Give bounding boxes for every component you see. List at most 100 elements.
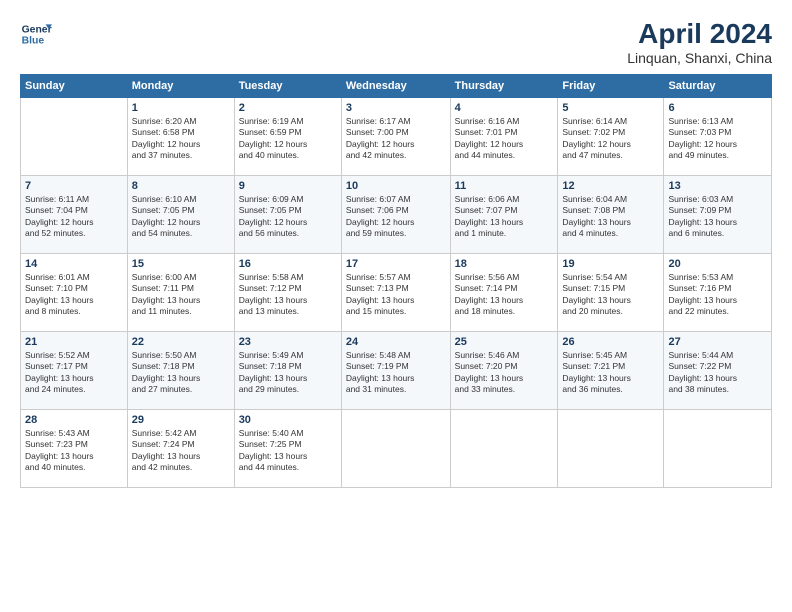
calendar-cell: 26 Sunrise: 5:45 AM Sunset: 7:21 PM Dayli… <box>558 332 664 410</box>
day-number: 5 <box>562 102 659 114</box>
day-info: Sunrise: 5:45 AM Sunset: 7:21 PM Dayligh… <box>562 350 659 396</box>
day-info: Sunrise: 6:06 AM Sunset: 7:07 PM Dayligh… <box>455 194 554 240</box>
calendar-cell: 14 Sunrise: 6:01 AM Sunset: 7:10 PM Dayli… <box>21 254 128 332</box>
calendar-cell: 18 Sunrise: 5:56 AM Sunset: 7:14 PM Dayli… <box>450 254 558 332</box>
page-header: General Blue April 2024 Linquan, Shanxi,… <box>20 18 772 66</box>
day-number: 3 <box>346 102 446 114</box>
calendar-cell: 16Sunrise: 5:58 AM Sunset: 7:12 PM Dayli… <box>234 254 341 332</box>
calendar-cell: 8 Sunrise: 6:10 AM Sunset: 7:05 PM Daylig… <box>127 176 234 254</box>
day-number: 18 <box>455 258 554 270</box>
calendar-cell: 25Sunrise: 5:46 AM Sunset: 7:20 PM Dayli… <box>450 332 558 410</box>
day-number: 28 <box>25 414 123 426</box>
calendar-cell <box>558 410 664 488</box>
day-number: 9 <box>239 180 337 192</box>
day-info: Sunrise: 5:40 AM Sunset: 7:25 PM Dayligh… <box>239 428 337 474</box>
day-info: Sunrise: 5:46 AM Sunset: 7:20 PM Dayligh… <box>455 350 554 396</box>
day-info: Sunrise: 6:07 AM Sunset: 7:06 PM Dayligh… <box>346 194 446 240</box>
calendar-table: SundayMondayTuesdayWednesdayThursdayFrid… <box>20 74 772 488</box>
weekday-header: Sunday <box>21 75 128 98</box>
day-info: Sunrise: 5:42 AM Sunset: 7:24 PM Dayligh… <box>132 428 230 474</box>
day-info: Sunrise: 5:50 AM Sunset: 7:18 PM Dayligh… <box>132 350 230 396</box>
calendar-cell: 27 Sunrise: 5:44 AM Sunset: 7:22 PM Dayli… <box>664 332 772 410</box>
calendar-cell: 21Sunrise: 5:52 AM Sunset: 7:17 PM Dayli… <box>21 332 128 410</box>
calendar-cell: 13 Sunrise: 6:03 AM Sunset: 7:09 PM Dayli… <box>664 176 772 254</box>
day-number: 6 <box>668 102 767 114</box>
location-title: Linquan, Shanxi, China <box>627 50 772 66</box>
day-info: Sunrise: 5:54 AM Sunset: 7:15 PM Dayligh… <box>562 272 659 318</box>
calendar-cell: 3 Sunrise: 6:17 AM Sunset: 7:00 PM Daylig… <box>341 98 450 176</box>
calendar-cell: 19 Sunrise: 5:54 AM Sunset: 7:15 PM Dayli… <box>558 254 664 332</box>
calendar-cell: 15 Sunrise: 6:00 AM Sunset: 7:11 PM Dayli… <box>127 254 234 332</box>
weekday-header: Tuesday <box>234 75 341 98</box>
day-number: 27 <box>668 336 767 348</box>
day-info: Sunrise: 6:04 AM Sunset: 7:08 PM Dayligh… <box>562 194 659 240</box>
day-info: Sunrise: 6:11 AM Sunset: 7:04 PM Dayligh… <box>25 194 123 240</box>
day-number: 7 <box>25 180 123 192</box>
calendar-cell <box>450 410 558 488</box>
calendar-cell: 5 Sunrise: 6:14 AM Sunset: 7:02 PM Daylig… <box>558 98 664 176</box>
calendar-cell: 1 Sunrise: 6:20 AM Sunset: 6:58 PM Daylig… <box>127 98 234 176</box>
calendar-cell <box>21 98 128 176</box>
day-number: 19 <box>562 258 659 270</box>
day-info: Sunrise: 5:48 AM Sunset: 7:19 PM Dayligh… <box>346 350 446 396</box>
day-number: 16 <box>239 258 337 270</box>
calendar-cell: 20Sunrise: 5:53 AM Sunset: 7:16 PM Dayli… <box>664 254 772 332</box>
day-number: 21 <box>25 336 123 348</box>
calendar-cell: 10 Sunrise: 6:07 AM Sunset: 7:06 PM Dayli… <box>341 176 450 254</box>
day-number: 14 <box>25 258 123 270</box>
day-info: Sunrise: 6:03 AM Sunset: 7:09 PM Dayligh… <box>668 194 767 240</box>
day-info: Sunrise: 6:19 AM Sunset: 6:59 PM Dayligh… <box>239 116 337 162</box>
calendar-cell <box>341 410 450 488</box>
day-info: Sunrise: 5:49 AM Sunset: 7:18 PM Dayligh… <box>239 350 337 396</box>
calendar-cell: 22 Sunrise: 5:50 AM Sunset: 7:18 PM Dayli… <box>127 332 234 410</box>
day-number: 22 <box>132 336 230 348</box>
day-number: 1 <box>132 102 230 114</box>
day-number: 17 <box>346 258 446 270</box>
day-info: Sunrise: 6:13 AM Sunset: 7:03 PM Dayligh… <box>668 116 767 162</box>
calendar-cell: 11 Sunrise: 6:06 AM Sunset: 7:07 PM Dayli… <box>450 176 558 254</box>
day-number: 2 <box>239 102 337 114</box>
day-number: 23 <box>239 336 337 348</box>
day-info: Sunrise: 6:00 AM Sunset: 7:11 PM Dayligh… <box>132 272 230 318</box>
calendar-cell: 2 Sunrise: 6:19 AM Sunset: 6:59 PM Daylig… <box>234 98 341 176</box>
day-number: 30 <box>239 414 337 426</box>
day-number: 26 <box>562 336 659 348</box>
day-info: Sunrise: 6:14 AM Sunset: 7:02 PM Dayligh… <box>562 116 659 162</box>
day-number: 8 <box>132 180 230 192</box>
weekday-header: Friday <box>558 75 664 98</box>
calendar-cell: 28 Sunrise: 5:43 AM Sunset: 7:23 PM Dayli… <box>21 410 128 488</box>
day-info: Sunrise: 6:20 AM Sunset: 6:58 PM Dayligh… <box>132 116 230 162</box>
day-number: 13 <box>668 180 767 192</box>
day-info: Sunrise: 5:53 AM Sunset: 7:16 PM Dayligh… <box>668 272 767 318</box>
day-info: Sunrise: 5:44 AM Sunset: 7:22 PM Dayligh… <box>668 350 767 396</box>
day-number: 11 <box>455 180 554 192</box>
calendar-cell: 6 Sunrise: 6:13 AM Sunset: 7:03 PM Daylig… <box>664 98 772 176</box>
day-number: 29 <box>132 414 230 426</box>
day-info: Sunrise: 6:16 AM Sunset: 7:01 PM Dayligh… <box>455 116 554 162</box>
calendar-cell: 23 Sunrise: 5:49 AM Sunset: 7:18 PM Dayli… <box>234 332 341 410</box>
day-info: Sunrise: 5:56 AM Sunset: 7:14 PM Dayligh… <box>455 272 554 318</box>
day-number: 10 <box>346 180 446 192</box>
calendar-cell: 4 Sunrise: 6:16 AM Sunset: 7:01 PM Daylig… <box>450 98 558 176</box>
month-title: April 2024 <box>627 18 772 50</box>
day-number: 24 <box>346 336 446 348</box>
calendar-cell: 7 Sunrise: 6:11 AM Sunset: 7:04 PM Daylig… <box>21 176 128 254</box>
logo: General Blue <box>20 18 52 50</box>
day-info: Sunrise: 6:17 AM Sunset: 7:00 PM Dayligh… <box>346 116 446 162</box>
title-block: April 2024 Linquan, Shanxi, China <box>627 18 772 66</box>
weekday-header: Saturday <box>664 75 772 98</box>
day-info: Sunrise: 6:01 AM Sunset: 7:10 PM Dayligh… <box>25 272 123 318</box>
day-number: 12 <box>562 180 659 192</box>
calendar-cell: 29 Sunrise: 5:42 AM Sunset: 7:24 PM Dayli… <box>127 410 234 488</box>
calendar-cell: 30 Sunrise: 5:40 AM Sunset: 7:25 PM Dayli… <box>234 410 341 488</box>
day-number: 4 <box>455 102 554 114</box>
calendar-cell: 12 Sunrise: 6:04 AM Sunset: 7:08 PM Dayli… <box>558 176 664 254</box>
day-info: Sunrise: 5:43 AM Sunset: 7:23 PM Dayligh… <box>25 428 123 474</box>
calendar-cell: 9Sunrise: 6:09 AM Sunset: 7:05 PM Daylig… <box>234 176 341 254</box>
weekday-header: Wednesday <box>341 75 450 98</box>
weekday-header: Monday <box>127 75 234 98</box>
calendar-cell: 17Sunrise: 5:57 AM Sunset: 7:13 PM Dayli… <box>341 254 450 332</box>
svg-text:Blue: Blue <box>22 36 45 47</box>
day-number: 15 <box>132 258 230 270</box>
day-info: Sunrise: 6:10 AM Sunset: 7:05 PM Dayligh… <box>132 194 230 240</box>
